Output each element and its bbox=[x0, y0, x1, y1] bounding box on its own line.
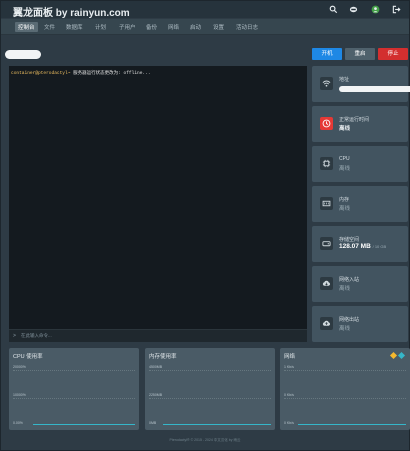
server-name-pill bbox=[5, 50, 41, 59]
network-chart-tick-top: 1 Kb/s bbox=[284, 365, 294, 369]
cpu-chart-gridline bbox=[13, 370, 135, 371]
tab-console[interactable]: 控制台 bbox=[15, 22, 38, 32]
tab-startup[interactable]: 启动 bbox=[187, 22, 204, 32]
memory-label: 内存 bbox=[339, 197, 350, 203]
cpu-chart-series-line bbox=[33, 424, 135, 425]
cpu-label: CPU bbox=[339, 156, 350, 162]
command-input[interactable]: 在此输入命令... bbox=[21, 333, 52, 339]
top-bar: 翼龙面板 by rainyun.com bbox=[1, 1, 409, 19]
network-chart-series-line bbox=[298, 424, 406, 425]
memory-value: 离线 bbox=[339, 206, 351, 212]
network-in-label: 网络入站 bbox=[339, 277, 360, 283]
cpu-chart-gridline bbox=[13, 398, 135, 399]
account-avatar-icon[interactable] bbox=[371, 5, 380, 14]
network-chart-tick-bottom: 0 Kb/s bbox=[284, 421, 294, 425]
disk-label: 存储空间 bbox=[339, 237, 360, 243]
cpu-card: CPU 离线 bbox=[312, 146, 408, 182]
address-label: 地址 bbox=[339, 77, 350, 83]
address-value[interactable] bbox=[339, 86, 410, 92]
console-output[interactable]: container@pterodactyl~ 服务器运行状态更改为: offli… bbox=[9, 66, 307, 342]
console-line-text: 服务器运行状态更改为: offline... bbox=[73, 71, 151, 76]
server-list-icon[interactable] bbox=[349, 5, 358, 14]
app-title[interactable]: 翼龙面板 by rainyun.com bbox=[13, 4, 130, 19]
network-in-card: 网络入站 离线 bbox=[312, 266, 408, 302]
restart-button[interactable]: 重启 bbox=[345, 48, 375, 60]
memory-icon bbox=[320, 197, 333, 210]
wifi-icon bbox=[320, 77, 333, 90]
network-chart: 网络 1 Kb/s 0 Kb/s 0 Kb/s bbox=[280, 348, 410, 430]
console-prompt-user: container@pterodactyl~ bbox=[11, 71, 71, 76]
memory-chart: 内存使用率 4500MB 2250MB 0MB bbox=[145, 348, 275, 430]
network-out-value: 离线 bbox=[339, 326, 351, 332]
disk-value-wrap: 128.07 MB / 10 GB bbox=[339, 243, 386, 250]
clock-icon bbox=[320, 117, 333, 130]
command-prompt-icon: > bbox=[13, 333, 16, 339]
network-out-label: 网络出站 bbox=[339, 317, 360, 323]
cpu-chart-tick-top: 20000% bbox=[13, 365, 26, 369]
logout-icon[interactable] bbox=[392, 5, 401, 14]
memory-chart-tick-top: 4500MB bbox=[149, 365, 163, 369]
tab-activity[interactable]: 活动日志 bbox=[233, 22, 261, 32]
tab-databases[interactable]: 数据库 bbox=[63, 22, 86, 32]
search-icon[interactable] bbox=[329, 5, 338, 14]
page-footer: Pterodactyl® © 2015 - 2024 中文汉化 by 雨云 bbox=[169, 438, 241, 442]
console-line: container@pterodactyl~ 服务器运行状态更改为: offli… bbox=[11, 70, 151, 76]
address-card: 地址 bbox=[312, 66, 410, 102]
cpu-value: 离线 bbox=[339, 166, 351, 172]
cpu-chart-tick-bottom: 0.00% bbox=[13, 421, 23, 425]
memory-chart-title: 内存使用率 bbox=[149, 354, 177, 360]
network-chart-gridline bbox=[284, 398, 406, 399]
tab-settings[interactable]: 设置 bbox=[210, 22, 227, 32]
disk-card: 存储空间 128.07 MB / 10 GB bbox=[312, 226, 408, 262]
server-nav: 控制台 文件 数据库 计划 子用户 备份 网络 启动 设置 活动日志 bbox=[1, 19, 409, 35]
cloud-download-icon bbox=[320, 277, 333, 290]
stop-button[interactable]: 停止 bbox=[378, 48, 408, 60]
cloud-upload-icon bbox=[320, 317, 333, 330]
legend-outbound-marker bbox=[397, 351, 406, 360]
memory-card: 内存 离线 bbox=[312, 186, 408, 222]
tab-schedules[interactable]: 计划 bbox=[92, 22, 109, 32]
cpu-chart-title: CPU 使用率 bbox=[13, 354, 43, 360]
cpu-chip-icon bbox=[320, 157, 333, 170]
cpu-chart: CPU 使用率 20000% 10000% 0.00% bbox=[9, 348, 139, 430]
network-chart-tick-mid: 0 Kb/s bbox=[284, 393, 294, 397]
tab-backups[interactable]: 备份 bbox=[143, 22, 160, 32]
uptime-card: 正常运行时间 离线 bbox=[312, 106, 408, 142]
disk-value: 128.07 MB bbox=[339, 243, 371, 250]
disk-limit: / 10 GB bbox=[372, 244, 387, 249]
network-out-card: 网络出站 离线 bbox=[312, 306, 408, 342]
network-chart-gridline bbox=[284, 370, 406, 371]
tab-files[interactable]: 文件 bbox=[41, 22, 58, 32]
network-chart-title: 网络 bbox=[284, 354, 296, 360]
memory-chart-tick-bottom: 0MB bbox=[149, 421, 157, 425]
start-button[interactable]: 开机 bbox=[312, 48, 342, 60]
uptime-value: 离线 bbox=[339, 126, 351, 132]
hard-drive-icon bbox=[320, 237, 333, 250]
tab-users[interactable]: 子用户 bbox=[116, 22, 139, 32]
cpu-chart-tick-mid: 10000% bbox=[13, 393, 26, 397]
command-bar: > 在此输入命令... bbox=[9, 329, 307, 342]
uptime-label: 正常运行时间 bbox=[339, 117, 370, 123]
memory-chart-tick-mid: 2250MB bbox=[149, 393, 163, 397]
memory-chart-gridline bbox=[149, 398, 271, 399]
legend-inbound-marker bbox=[389, 351, 398, 360]
memory-chart-series-line bbox=[163, 424, 271, 425]
tab-network[interactable]: 网络 bbox=[165, 22, 182, 32]
network-in-value: 离线 bbox=[339, 286, 351, 292]
memory-chart-gridline bbox=[149, 370, 271, 371]
